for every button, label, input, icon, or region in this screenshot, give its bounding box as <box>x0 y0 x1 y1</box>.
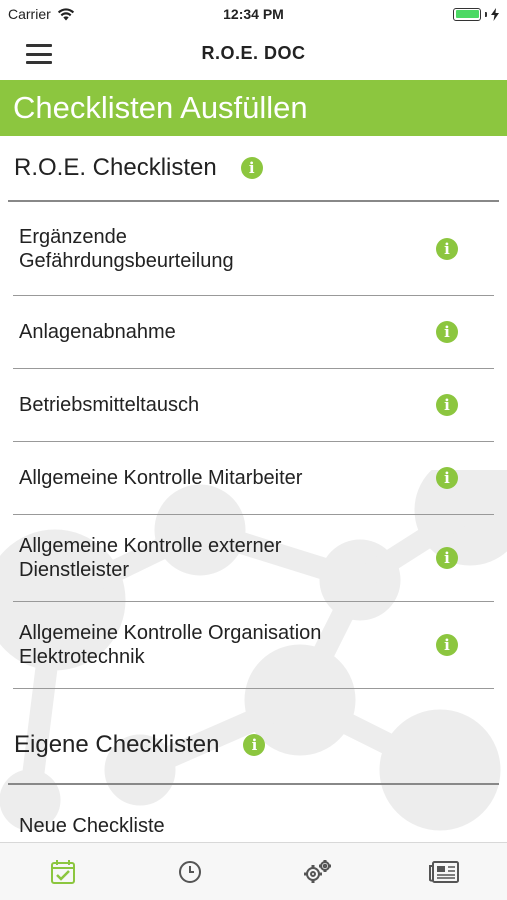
checklist-content: R.O.E. Checklisten i Ergänzende Gefährdu… <box>0 136 507 842</box>
list-item[interactable]: Ergänzende Gefährdungsbeurteilung i <box>13 202 494 296</box>
battery-icon <box>453 7 481 21</box>
info-icon[interactable]: i <box>436 467 458 489</box>
tab-news[interactable] <box>414 847 474 897</box>
list-item-label: Betriebsmitteltausch <box>19 394 200 416</box>
hamburger-menu-icon[interactable] <box>26 44 52 64</box>
section-header-eigene-checklisten: Eigene Checklisten i <box>8 689 499 785</box>
info-icon[interactable]: i <box>243 734 266 756</box>
section-label: Eigene Checklisten <box>14 731 220 758</box>
info-icon[interactable]: i <box>436 394 458 416</box>
navigation-bar: R.O.E. DOC <box>0 28 507 78</box>
list-item[interactable]: Allgemeine Kontrolle externer Dienstleis… <box>13 515 494 602</box>
list-item-label: Allgemeine Kontrolle externer Dienstleis… <box>19 535 282 581</box>
list-item-label: Allgemeine Kontrolle Organisation Elektr… <box>19 622 322 668</box>
list-item[interactable]: Betriebsmitteltausch i <box>13 369 494 442</box>
nav-title: R.O.E. DOC <box>201 42 306 63</box>
list-item[interactable]: Allgemeine Kontrolle Mitarbeiter i <box>13 442 494 515</box>
tab-history[interactable] <box>160 847 220 897</box>
page-title: Checklisten Ausfüllen <box>13 90 308 125</box>
info-icon[interactable]: i <box>240 157 263 179</box>
calendar-check-icon <box>51 859 76 884</box>
status-bar: Carrier 12:34 PM <box>0 0 507 28</box>
info-icon[interactable]: i <box>436 237 458 260</box>
tab-bar <box>0 842 507 900</box>
list-item-label: Neue Checkliste <box>19 815 165 837</box>
list-item[interactable]: Allgemeine Kontrolle Organisation Elektr… <box>13 602 494 689</box>
section-label: R.O.E. Checklisten <box>14 154 217 181</box>
battery-level-fill <box>455 10 479 18</box>
tab-checklists[interactable] <box>33 847 93 897</box>
list-item[interactable]: Anlagenabnahme i <box>13 296 494 369</box>
info-icon[interactable]: i <box>436 634 458 656</box>
clock-icon <box>179 860 202 883</box>
status-time: 12:34 PM <box>223 6 284 22</box>
gears-icon <box>303 859 331 883</box>
page-title-banner: Checklisten Ausfüllen <box>0 80 507 136</box>
section-header-roe-checklisten: R.O.E. Checklisten i <box>8 136 499 202</box>
tab-settings[interactable] <box>287 847 347 897</box>
newspaper-icon <box>428 860 459 883</box>
list-item-label: Anlagenabnahme <box>19 321 176 343</box>
info-icon[interactable]: i <box>436 321 458 343</box>
info-icon[interactable]: i <box>436 547 458 569</box>
list-item-label: Ergänzende Gefährdungsbeurteilung <box>19 225 234 272</box>
list-item-label: Allgemeine Kontrolle Mitarbeiter <box>19 467 303 489</box>
